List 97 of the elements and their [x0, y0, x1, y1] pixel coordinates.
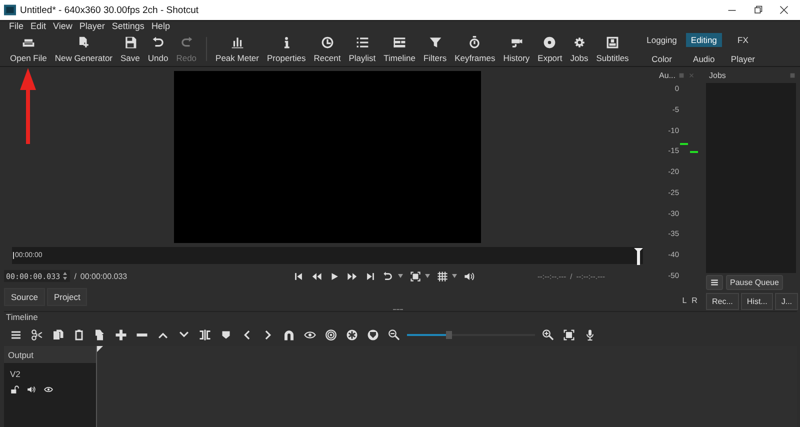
- close-icon: [778, 4, 790, 16]
- zoom-slider[interactable]: [407, 330, 535, 340]
- menu-item[interactable]: View: [53, 21, 72, 32]
- toolbar-button[interactable]: Recent: [312, 34, 343, 64]
- speaker-icon: [27, 385, 36, 394]
- menu-icon: [10, 328, 22, 340]
- split-icon: [199, 328, 211, 340]
- panel-title: Jobs: [709, 71, 727, 80]
- panel-tab[interactable]: Rec...: [706, 293, 739, 310]
- layout-tab[interactable]: Editing: [686, 32, 722, 46]
- bar-meter-icon: [230, 36, 244, 48]
- toolbar-button[interactable]: Subtitles: [594, 34, 631, 64]
- toolbar-button[interactable]: History: [501, 34, 532, 64]
- skip-to-end-icon: [365, 270, 376, 282]
- toolbar-button[interactable]: Save: [118, 34, 142, 64]
- shield-icon: [367, 328, 379, 340]
- float-icon: [678, 72, 686, 79]
- toolbar-button[interactable]: Open File: [8, 34, 49, 64]
- lock-icon: [10, 385, 19, 394]
- menu-item[interactable]: Player: [79, 21, 105, 32]
- menu-button[interactable]: [706, 275, 723, 290]
- toolbar-button[interactable]: Peak Meter: [214, 34, 261, 64]
- layout-tab[interactable]: FX: [726, 32, 760, 46]
- gear-icon: [572, 36, 586, 48]
- volume-icon: [464, 270, 476, 282]
- layout-tab[interactable]: Color: [642, 52, 682, 66]
- toolbar-button[interactable]: Undo: [146, 34, 170, 64]
- asterisk-icon: [346, 328, 358, 340]
- menu-item[interactable]: Help: [151, 21, 170, 32]
- menu-item[interactable]: Edit: [30, 21, 46, 32]
- layout-tab[interactable]: Player: [726, 52, 760, 66]
- pause-queue-button[interactable]: Pause Queue: [726, 275, 783, 290]
- microphone-icon: [584, 328, 596, 340]
- playhead-icon[interactable]: [634, 248, 643, 265]
- clock-icon: [320, 36, 334, 48]
- app-icon: [4, 4, 16, 16]
- panel-tab[interactable]: Project: [46, 288, 88, 306]
- grid-icon: [437, 270, 448, 282]
- zoom-in-icon: [542, 328, 554, 340]
- toolbar-button[interactable]: Keyframes: [452, 34, 498, 64]
- panel-title: Au...: [659, 71, 676, 80]
- eye-icon: [304, 328, 316, 340]
- redo-icon: [180, 36, 193, 48]
- fast-forward-icon: [347, 270, 358, 282]
- close-icon: [688, 72, 696, 79]
- append-icon: [94, 328, 106, 340]
- caret-icon[interactable]: [398, 274, 404, 278]
- duration-text: 00:00:00.033: [80, 272, 128, 281]
- toolbar-button[interactable]: New Generator: [52, 34, 114, 64]
- stopwatch-icon: [468, 36, 482, 48]
- spinner-icon[interactable]: [62, 271, 68, 282]
- output-header: Output: [4, 346, 96, 363]
- target-icon: [325, 328, 337, 340]
- toolbar-button[interactable]: Filters: [421, 34, 449, 64]
- list-icon: [356, 36, 369, 48]
- maximize-icon: [752, 4, 764, 16]
- eye-icon: [44, 385, 53, 394]
- caret-icon[interactable]: [452, 274, 458, 278]
- magnet-icon: [283, 328, 295, 340]
- zoom-fit-icon: [563, 328, 575, 340]
- panel-tab[interactable]: Source: [4, 288, 45, 306]
- channel-label: R: [692, 296, 698, 305]
- channel-label: L: [682, 296, 687, 305]
- menu-item[interactable]: Settings: [112, 21, 144, 32]
- marker-icon: [220, 328, 232, 340]
- copy-icon: [52, 328, 64, 340]
- menu-icon: [710, 278, 719, 287]
- caret-icon[interactable]: [425, 274, 430, 278]
- loop-icon: [383, 270, 394, 282]
- toolbar-button[interactable]: Playlist: [346, 34, 378, 64]
- panel-tab[interactable]: Hist...: [740, 293, 774, 310]
- layout-tab[interactable]: Logging: [642, 32, 682, 46]
- toolbar-button[interactable]: Properties: [265, 34, 308, 64]
- play-icon: [329, 270, 340, 282]
- plus-icon: [115, 328, 127, 340]
- separator-text: /: [74, 272, 76, 281]
- rewind-icon: [311, 270, 322, 282]
- timeline-icon: [393, 36, 406, 48]
- zoom-out-icon: [388, 328, 400, 340]
- layout-tab[interactable]: Audio: [686, 52, 722, 66]
- funnel-icon: [428, 36, 442, 48]
- zoom-fit-icon: [410, 270, 422, 282]
- subtitles-icon: [606, 36, 619, 48]
- toolbar-button[interactable]: Jobs: [568, 34, 590, 64]
- toolbar-button[interactable]: Timeline: [382, 34, 418, 64]
- track-name: V2: [10, 369, 22, 379]
- scissors-icon: [31, 328, 43, 340]
- skip-to-start-icon: [293, 270, 304, 282]
- menu-item[interactable]: File: [9, 21, 24, 32]
- toolbar-button[interactable]: Export: [536, 34, 564, 64]
- float-icon: [789, 72, 796, 79]
- clipboard-icon: [73, 328, 85, 340]
- panel-tab[interactable]: J...: [775, 293, 798, 310]
- resize-grip[interactable]: [392, 309, 402, 312]
- window-title: Untitled* - 640x360 30.00fps 2ch - Shotcut: [20, 4, 199, 16]
- new-document-icon: [77, 36, 90, 48]
- undo-icon: [152, 36, 165, 48]
